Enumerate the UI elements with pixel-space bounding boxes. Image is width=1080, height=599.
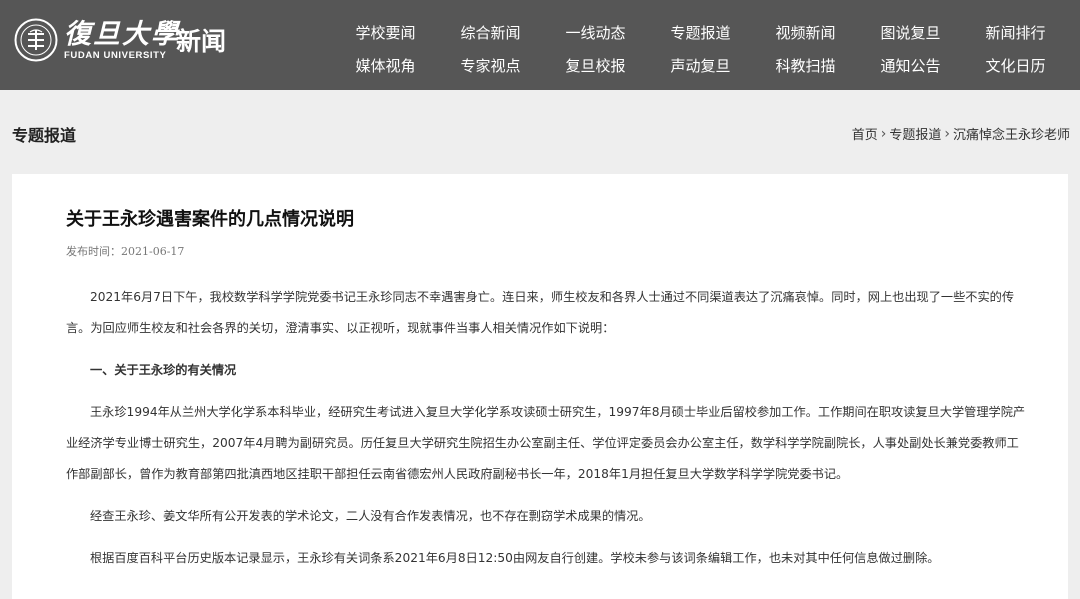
publish-date: 2021-06-17 <box>121 245 185 258</box>
nav-item[interactable]: 通知公告 <box>858 55 963 76</box>
nav-item[interactable]: 学校要闻 <box>333 22 438 43</box>
nav-item[interactable]: 媒体视角 <box>333 55 438 76</box>
main-nav: 学校要闻 综合新闻 一线动态 专题报道 视频新闻 图说复旦 新闻排行 媒体视角 … <box>333 16 1080 82</box>
nav-item[interactable]: 一线动态 <box>543 22 648 43</box>
nav-item[interactable]: 视频新闻 <box>753 22 858 43</box>
logo-english: FUDAN UNIVERSITY <box>64 49 167 61</box>
nav-row-2: 媒体视角 专家视点 复旦校报 声动复旦 科教扫描 通知公告 文化日历 <box>333 49 1080 82</box>
breadcrumb-home[interactable]: 首页 <box>852 124 878 143</box>
site-logo[interactable]: 復旦大學 FUDAN UNIVERSITY <box>14 18 180 62</box>
nav-item[interactable]: 科教扫描 <box>753 55 858 76</box>
article-title: 关于王永珍遇害案件的几点情况说明 <box>66 209 354 230</box>
section-name[interactable]: 新闻 <box>176 26 226 58</box>
article-paragraph: 经查王永珍、姜文华所有公开发表的学术论文，二人没有合作发表情况，也不存在剽窃学术… <box>90 509 651 523</box>
article-paragraph: 2021年6月7日下午，我校数学科学学院党委书记王永珍同志不幸遇害身亡。连日来，… <box>66 290 1015 335</box>
page-category-title: 专题报道 <box>12 126 77 145</box>
breadcrumb: 首页 › 专题报道 › 沉痛悼念王永珍老师 <box>852 124 1070 144</box>
article-paragraph: 根据百度百科平台历史版本记录显示，王永珍有关词条系2021年6月8日12:50由… <box>90 551 940 565</box>
nav-item[interactable]: 图说复旦 <box>858 22 963 43</box>
breadcrumb-category[interactable]: 专题报道 <box>889 124 941 143</box>
article-body: 2021年6月7日下午，我校数学科学学院党委书记王永珍同志不幸遇害身亡。连日来，… <box>66 282 1026 574</box>
breadcrumb-current[interactable]: 沉痛悼念王永珍老师 <box>953 124 1070 143</box>
nav-item[interactable]: 专家视点 <box>438 55 543 76</box>
nav-item[interactable]: 新闻排行 <box>963 22 1068 43</box>
article-meta: 发布时间：2021-06-17 <box>66 243 184 259</box>
fudan-seal-icon <box>14 18 58 62</box>
nav-item[interactable]: 专题报道 <box>648 22 753 43</box>
publish-date-label: 发布时间： <box>66 245 121 258</box>
site-header: 復旦大學 FUDAN UNIVERSITY 新闻 学校要闻 综合新闻 一线动态 … <box>0 0 1080 90</box>
nav-item[interactable]: 复旦校报 <box>543 55 648 76</box>
nav-item[interactable]: 综合新闻 <box>438 22 543 43</box>
nav-row-1: 学校要闻 综合新闻 一线动态 专题报道 视频新闻 图说复旦 新闻排行 <box>333 16 1080 49</box>
sub-header: 专题报道 首页 › 专题报道 › 沉痛悼念王永珍老师 <box>0 90 1080 174</box>
chevron-right-icon: › <box>880 125 887 142</box>
chevron-right-icon: › <box>944 125 950 142</box>
nav-item[interactable]: 声动复旦 <box>648 55 753 76</box>
article-panel: 关于王永珍遇害案件的几点情况说明 发布时间：2021-06-17 2021年6月… <box>12 174 1068 599</box>
logo-chinese: 復旦大學 <box>64 18 180 50</box>
article-paragraph: 王永珍1994年从兰州大学化学系本科毕业，经研究生考试进入复旦大学化学系攻读硕士… <box>66 405 1026 481</box>
article-subheading: 一、关于王永珍的有关情况 <box>90 363 237 377</box>
nav-item[interactable]: 文化日历 <box>963 55 1068 76</box>
